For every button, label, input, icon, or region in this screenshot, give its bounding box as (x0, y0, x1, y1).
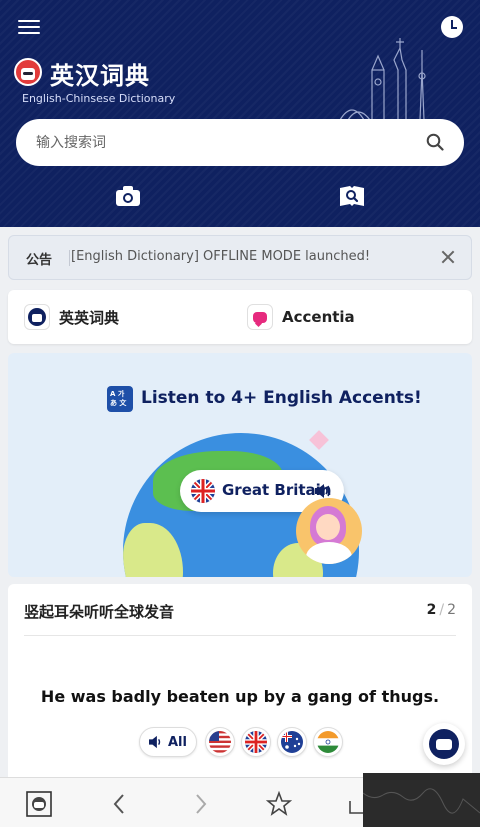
assistant-icon (429, 729, 459, 759)
notice-label: 公告 (26, 253, 53, 268)
quick-link-label: 英英词典 (59, 308, 120, 327)
page-current: 2 (426, 602, 437, 618)
play-all-button[interactable]: All (139, 727, 197, 757)
uk-flag-icon (191, 479, 215, 503)
assistant-fab[interactable] (423, 723, 465, 765)
accentia-icon (247, 304, 273, 330)
hamburger-icon[interactable] (18, 16, 40, 38)
close-icon[interactable] (439, 248, 457, 266)
home-icon[interactable] (26, 791, 52, 817)
star-icon[interactable] (266, 791, 292, 817)
australia-flag-icon (280, 731, 303, 753)
quick-link-accentia[interactable]: Accentia (247, 303, 355, 331)
uk-flag-icon (244, 731, 267, 753)
accent-australia-button[interactable] (276, 727, 307, 757)
divider (24, 635, 456, 636)
quick-links: 英英词典 Accentia (8, 290, 472, 344)
forward-icon[interactable] (187, 791, 213, 817)
search-bar[interactable] (16, 119, 464, 166)
us-flag-icon (208, 731, 231, 753)
dictionary-logo-icon (24, 304, 50, 330)
quick-link-english-dictionary[interactable]: 英英词典 (24, 303, 119, 331)
camera-icon[interactable] (115, 185, 141, 207)
app-header: 英汉词典 English-Chinsese Dictionary (0, 0, 480, 227)
page-indicator: 2/2 (426, 602, 456, 618)
accent-us-button[interactable] (204, 727, 235, 757)
notice-divider (69, 250, 70, 266)
card-title: 竖起耳朵听听全球发音 (24, 603, 175, 621)
notice-text[interactable]: [English Dictionary] OFFLINE MODE launch… (71, 249, 370, 264)
search-icon[interactable] (426, 133, 444, 151)
translate-icon: A 가あ 文 (107, 386, 133, 412)
search-input[interactable] (36, 131, 416, 155)
overlay-region (362, 773, 480, 827)
accent-buttons: All (139, 727, 349, 757)
speaker-icon (149, 735, 161, 749)
quick-link-label: Accentia (282, 308, 355, 326)
heart-icon (309, 430, 329, 450)
accent-india-button[interactable] (312, 727, 343, 757)
speaker-icon (315, 484, 331, 498)
play-all-label: All (168, 734, 187, 750)
accent-uk-button[interactable] (240, 727, 271, 757)
app-subtitle: English-Chinsese Dictionary (22, 92, 176, 105)
india-flag-icon (316, 731, 339, 753)
speaker-avatar (296, 498, 362, 564)
pronunciation-card: 竖起耳朵听听全球发音 2/2 He was badly beaten up by… (8, 584, 472, 784)
example-sentence: He was badly beaten up by a gang of thug… (40, 687, 440, 706)
app-title: 英汉词典 (50, 62, 150, 90)
image-search-icon[interactable] (339, 184, 365, 208)
page-total: 2 (447, 602, 456, 618)
notice-bar[interactable]: 公告 [English Dictionary] OFFLINE MODE lau… (8, 235, 472, 280)
accent-banner[interactable]: A 가あ 文 Listen to 4+ English Accents! Gre… (8, 353, 472, 577)
back-icon[interactable] (107, 791, 133, 817)
skyline-illustration (339, 38, 426, 120)
overlay-wave (362, 788, 480, 814)
app-logo (14, 58, 42, 86)
banner-title: Listen to 4+ English Accents! (141, 388, 422, 408)
